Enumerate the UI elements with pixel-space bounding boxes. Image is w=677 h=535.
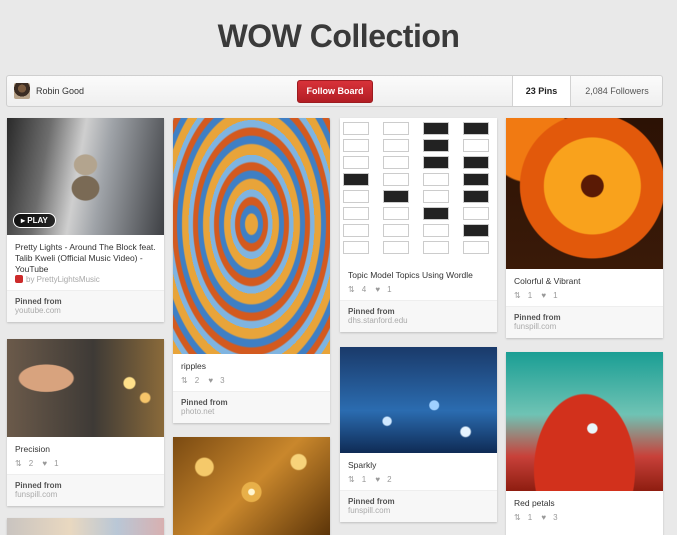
pin-image[interactable] [7,339,164,437]
pin-source[interactable]: Pinned from dhs.stanford.edu [340,300,497,332]
like-icon: ♥ [375,285,381,294]
pin-stats: ⇅ 2 ♥ 3 [173,372,330,391]
pin-source[interactable]: Pinned from funspill.com [506,306,663,338]
pin-card[interactable] [173,437,330,535]
pin-stats: ⇅ 1 ♥ 2 [340,471,497,490]
pin-image[interactable] [506,118,663,269]
like-count: 1 [54,459,59,468]
pin-description: Precision [15,444,50,454]
repin-icon: ⇅ [348,475,355,484]
pin-card[interactable]: ▸ PLAY Pretty Lights - Around The Block … [7,118,164,322]
source-domain[interactable]: dhs.stanford.edu [348,316,489,325]
pin-image[interactable] [506,352,663,491]
board-header-bar: Robin Good Follow Board 23 Pins 2,084 Fo… [6,75,663,107]
pin-image[interactable]: ▸ PLAY [7,118,164,235]
pin-card[interactable]: Precision ⇅ 2 ♥ 1 Pinned from funspill.com [7,339,164,506]
repin-count: 2 [28,459,34,468]
follow-board-button[interactable]: Follow Board [297,80,373,103]
like-icon: ♥ [541,291,547,300]
pin-stats: ⇅ 4 ♥ 1 [340,281,497,300]
pin-source[interactable]: Pinned from funspill.com [340,490,497,522]
pin-card[interactable]: ripples ⇅ 2 ♥ 3 Pinned from photo.net [173,118,330,423]
youtube-icon [15,275,23,283]
like-icon: ♥ [42,459,48,468]
pin-image[interactable] [173,437,330,535]
pin-description: Topic Model Topics Using Wordle [348,270,473,280]
pin-source[interactable]: Pinned from youtube.com [7,290,164,322]
like-icon: ♥ [208,376,214,385]
pin-image[interactable] [340,118,497,263]
repin-count: 1 [527,291,533,300]
pins-count-tab[interactable]: 23 Pins [512,76,570,106]
pinned-from-label: Pinned from [514,313,561,322]
repin-icon: ⇅ [514,291,521,300]
like-count: 1 [387,285,392,294]
pinned-from-label: Pinned from [15,481,62,490]
pin-card[interactable]: Red petals ⇅ 1 ♥ 3 [506,352,663,535]
pin-stats: ⇅ 1 ♥ 1 [506,287,663,306]
board-title: WOW Collection [217,18,460,54]
pin-image[interactable] [340,347,497,453]
repin-count: 4 [361,285,367,294]
source-domain[interactable]: funspill.com [15,490,156,499]
via-label[interactable]: by PrettyLightsMusic [26,275,100,284]
owner-avatar[interactable] [14,83,30,99]
repin-count: 2 [194,376,200,385]
pin-image[interactable] [7,518,164,535]
source-domain[interactable]: funspill.com [348,506,489,515]
like-count: 3 [220,376,225,385]
pin-image[interactable] [173,118,330,354]
like-icon: ♥ [375,475,381,484]
repin-count: 1 [527,513,533,522]
repin-icon: ⇅ [514,513,521,522]
like-count: 2 [387,475,392,484]
pin-card[interactable]: Colorful & Vibrant ⇅ 1 ♥ 1 Pinned from fun… [506,118,663,338]
repin-count: 1 [361,475,367,484]
pinned-from-label: Pinned from [348,307,395,316]
owner-name[interactable]: Robin Good [36,86,84,96]
pin-description: Red petals [514,498,555,508]
pinned-from-label: Pinned from [181,398,228,407]
like-count: 3 [553,513,558,522]
source-domain[interactable]: photo.net [181,407,322,416]
pin-source[interactable]: Pinned from photo.net [173,391,330,423]
followers-count-tab[interactable]: 2,084 Followers [570,76,663,106]
pin-card[interactable]: Sparkly ⇅ 1 ♥ 2 Pinned from funspill.com [340,347,497,522]
like-count: 1 [553,291,558,300]
pinned-from-label: Pinned from [15,297,62,306]
pin-stats: ⇅ 1 ♥ 3 [506,509,663,528]
pin-via: by PrettyLightsMusic [7,275,164,290]
pin-card[interactable]: Topic Model Topics Using Wordle ⇅ 4 ♥ 1 Pi… [340,118,497,332]
pin-description: Colorful & Vibrant [514,276,581,286]
like-icon: ♥ [541,513,547,522]
pin-description: Sparkly [348,460,377,470]
pin-stats: ⇅ 2 ♥ 1 [7,455,164,474]
play-button[interactable]: ▸ PLAY [13,213,56,228]
pin-description: ripples [181,361,207,371]
source-domain[interactable]: youtube.com [15,306,156,315]
pin-source[interactable]: Pinned from funspill.com [7,474,164,506]
pin-card[interactable] [7,518,164,535]
repin-icon: ⇅ [15,459,22,468]
repin-icon: ⇅ [348,285,355,294]
pin-description: Pretty Lights - Around The Block feat. T… [15,242,156,274]
repin-icon: ⇅ [181,376,188,385]
source-domain[interactable]: funspill.com [514,322,655,331]
pinned-from-label: Pinned from [348,497,395,506]
